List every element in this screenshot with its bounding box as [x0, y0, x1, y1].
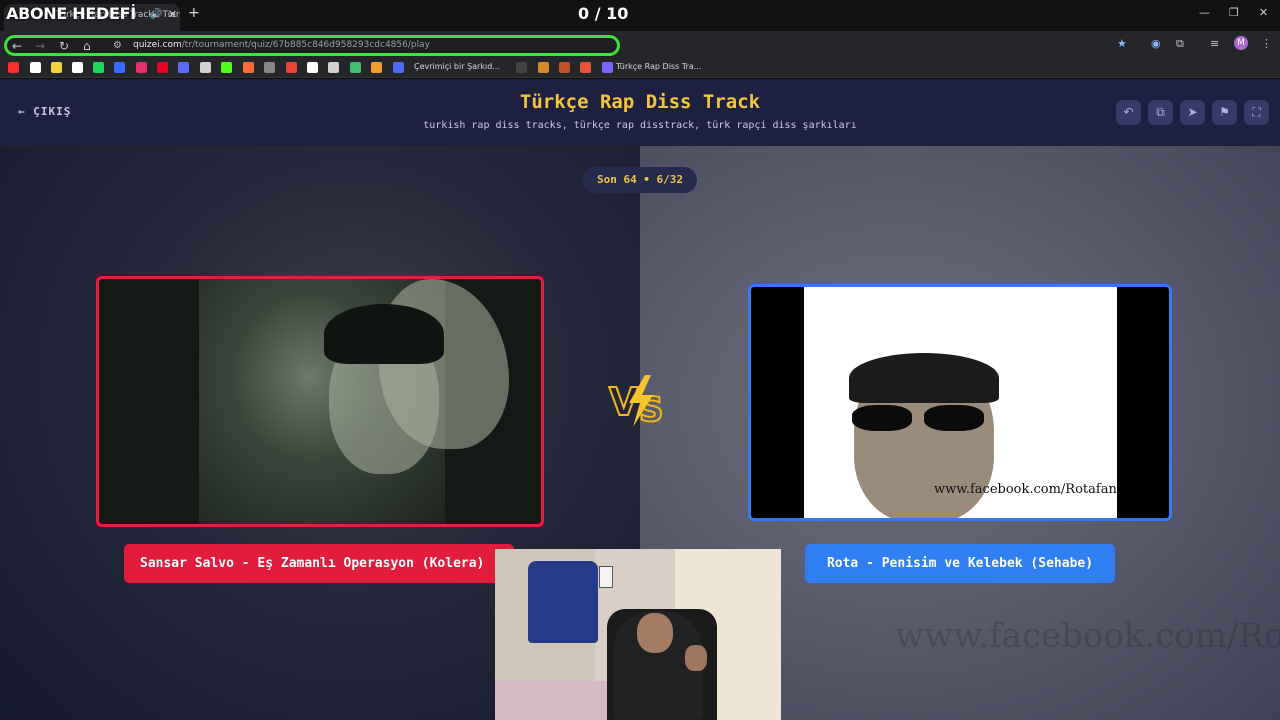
extensions-icon[interactable]: ⧉ — [1176, 37, 1184, 51]
pinterest-icon[interactable] — [157, 62, 168, 73]
bookmark-icon-13[interactable] — [264, 62, 275, 73]
bookmark-icon-22[interactable] — [559, 62, 570, 73]
minimize-icon[interactable]: — — [1199, 6, 1210, 19]
webcam-face — [637, 613, 673, 653]
bookmark-icon-15[interactable] — [307, 62, 318, 73]
page-subtitle: turkish rap diss tracks, türkçe rap diss… — [423, 120, 857, 131]
webcam-hand — [685, 645, 707, 671]
browser-toolbar: ← → ↻ ⌂ ⚙ quizei.com/tr/tournament/quiz/… — [0, 31, 1280, 57]
bookmark-icon-21[interactable] — [538, 62, 549, 73]
fullscreen-icon[interactable]: ⛶ — [1244, 100, 1269, 125]
stream-goal-label: ABONE HEDEFİ — [6, 4, 136, 23]
close-icon[interactable]: ✕ — [168, 8, 177, 21]
share-icon[interactable]: ➤ — [1180, 100, 1205, 125]
flag-icon[interactable]: ⚑ — [1212, 100, 1237, 125]
profile-avatar[interactable]: M — [1234, 36, 1248, 50]
back-icon[interactable]: ← — [12, 39, 22, 53]
restore-icon[interactable]: ❐ — [1229, 6, 1239, 19]
versus-icon: V S — [608, 375, 665, 431]
quiz-header: ← ÇIKIŞ Türkçe Rap Diss Track turkish ra… — [0, 79, 1280, 146]
bookmark-icon-17[interactable] — [350, 62, 361, 73]
s-icon[interactable] — [51, 62, 62, 73]
webcam-picture-frame — [599, 566, 613, 588]
url-domain: quizei.com — [133, 40, 182, 50]
bookmark-icon-19[interactable] — [393, 62, 404, 73]
bookmark-icon-6[interactable] — [114, 62, 125, 73]
right-choice-card[interactable]: www.facebook.com/Rotafan — [748, 284, 1172, 521]
left-choice-button[interactable]: Sansar Salvo - Eş Zamanlı Operasyon (Kol… — [124, 544, 514, 583]
new-tab-button[interactable]: + — [188, 5, 200, 21]
photo-hat — [849, 353, 999, 403]
bookmark-songfinder[interactable]: Çevrimiçi bir Şarkıd... — [414, 62, 500, 71]
speaker-icon[interactable]: 🔊 — [150, 9, 162, 20]
browser-tab-strip: Türkçe Rap Diss Track - Tier 🔊 ✕ + ABONE… — [0, 0, 1280, 31]
undo-icon[interactable]: ↶ — [1116, 100, 1141, 125]
url-text[interactable]: quizei.com/tr/tournament/quiz/67b885c846… — [133, 40, 430, 50]
left-choice-card[interactable] — [96, 276, 544, 527]
spotify-icon[interactable] — [93, 62, 104, 73]
bookmark-quiz[interactable]: Türkçe Rap Diss Tra... — [616, 62, 701, 71]
media-icon[interactable]: ≡ — [1210, 37, 1219, 50]
bookmark-icon-20[interactable] — [516, 62, 527, 73]
left-choice-image — [199, 279, 509, 524]
quizei-bookmark-icon[interactable] — [602, 62, 613, 73]
youtube-icon[interactable] — [8, 62, 19, 73]
url-path: /tr/tournament/quiz/67b885c846d958293cdc… — [181, 40, 430, 50]
right-choice-image: www.facebook.com/Rotafan — [804, 287, 1117, 518]
cast-icon[interactable]: ◉ — [1151, 37, 1161, 50]
reload-icon[interactable]: ↻ — [59, 39, 69, 53]
webcam-overlay — [495, 549, 781, 720]
address-bar[interactable]: ← → ↻ ⌂ ⚙ quizei.com/tr/tournament/quiz/… — [4, 35, 620, 56]
gmail-icon[interactable] — [286, 62, 297, 73]
kick-icon[interactable] — [221, 62, 232, 73]
page-title: Türkçe Rap Diss Track — [519, 91, 761, 113]
site-info-icon[interactable]: ⚙ — [113, 40, 122, 51]
window-close-icon[interactable]: ✕ — [1259, 6, 1268, 19]
bookmark-star-icon[interactable]: ★ — [1117, 37, 1127, 50]
bookmark-icon-23[interactable] — [580, 62, 591, 73]
photo-hair — [324, 304, 444, 364]
forward-icon[interactable]: → — [35, 39, 45, 53]
right-choice-button[interactable]: Rota - Penisim ve Kelebek (Sehabe) — [805, 544, 1115, 583]
bookmark-icon-10[interactable] — [200, 62, 211, 73]
screen: Türkçe Rap Diss Track - Tier 🔊 ✕ + ABONE… — [0, 0, 1280, 720]
bookmark-icon-9[interactable] — [178, 62, 189, 73]
bookmark-icon-16[interactable] — [328, 62, 339, 73]
copy-icon[interactable]: ⧉ — [1148, 100, 1173, 125]
bookmark-icon-18[interactable] — [371, 62, 382, 73]
stream-goal-counter: 0 / 10 — [578, 4, 629, 23]
photo-sunglasses — [852, 405, 992, 431]
x-icon[interactable] — [72, 62, 83, 73]
home-icon[interactable]: ⌂ — [83, 39, 91, 53]
instagram-icon[interactable] — [136, 62, 147, 73]
image-caption: www.facebook.com/Rotafan — [934, 482, 1117, 497]
menu-icon[interactable]: ⋮ — [1261, 37, 1272, 50]
bookmarks-bar: Çevrimiçi bir Şarkıd... Türkçe Rap Diss … — [0, 57, 1280, 78]
bookmark-icon-12[interactable] — [243, 62, 254, 73]
webcam-jersey — [528, 561, 598, 643]
round-indicator: Son 64 • 6/32 — [583, 167, 697, 193]
webcam-bed — [495, 681, 615, 720]
background-watermark: www.facebook.com/Rotafan — [895, 616, 1280, 656]
tiktok-icon[interactable] — [30, 62, 41, 73]
